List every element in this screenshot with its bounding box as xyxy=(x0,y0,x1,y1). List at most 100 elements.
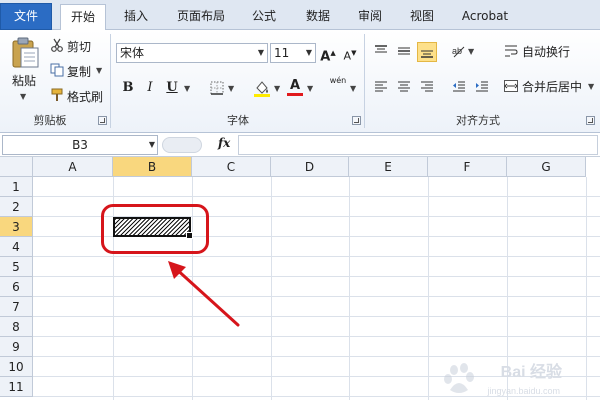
watermark-text: Bai 经验 xyxy=(500,364,562,381)
decrease-indent-icon[interactable] xyxy=(452,79,466,93)
cut-icon[interactable] xyxy=(50,38,64,52)
font-color-swatch xyxy=(287,93,303,96)
annotation-arrow-icon xyxy=(168,261,240,327)
merge-center-icon[interactable] xyxy=(504,79,518,93)
underline-button[interactable]: U xyxy=(162,78,182,98)
bold-button[interactable]: B xyxy=(118,78,138,98)
align-top-icon[interactable] xyxy=(374,44,388,58)
copy-button[interactable]: 复制 xyxy=(67,63,91,80)
font-name-dropdown-icon[interactable]: ▼ xyxy=(255,44,267,62)
watermark-url: jingyan.baidu.com xyxy=(487,386,560,396)
align-left-icon[interactable] xyxy=(374,79,388,93)
row-header[interactable]: 1 xyxy=(0,177,33,197)
row-header[interactable]: 8 xyxy=(0,317,33,337)
ribbon-home: 粘贴 ▼ 剪切 复制 ▼ 格式刷 剪贴板 宋体 ▼ 11 ▼ A▲ A▼ B I… xyxy=(0,30,600,133)
increase-indent-icon[interactable] xyxy=(475,79,489,93)
shrink-font-button[interactable]: A▼ xyxy=(340,43,360,63)
column-header[interactable]: G xyxy=(507,157,586,177)
annotation-highlight-box xyxy=(101,204,209,254)
tab-page-layout[interactable]: 页面布局 xyxy=(168,4,234,30)
row-gridline xyxy=(33,396,600,397)
column-gridline xyxy=(586,177,587,400)
select-all-corner[interactable] xyxy=(0,157,33,177)
borders-dropdown-icon[interactable]: ▼ xyxy=(228,84,234,93)
column-gridline xyxy=(349,177,350,400)
cut-button[interactable]: 剪切 xyxy=(67,38,91,55)
tab-data[interactable]: 数据 xyxy=(296,4,340,30)
column-header[interactable]: A xyxy=(33,157,113,177)
tab-insert[interactable]: 插入 xyxy=(114,4,158,30)
fill-color-icon[interactable] xyxy=(253,79,271,97)
font-size-dropdown-icon[interactable]: ▼ xyxy=(303,44,315,62)
align-right-icon[interactable] xyxy=(420,79,434,93)
borders-icon[interactable] xyxy=(210,81,224,95)
copy-icon[interactable] xyxy=(50,63,64,77)
orientation-icon[interactable]: ab xyxy=(452,44,466,58)
align-center-icon[interactable] xyxy=(397,79,411,93)
tab-view[interactable]: 视图 xyxy=(400,4,444,30)
format-painter-icon[interactable] xyxy=(50,88,64,102)
column-header[interactable]: C xyxy=(192,157,271,177)
phonetic-guide-button[interactable]: wén xyxy=(328,76,348,96)
align-middle-icon[interactable] xyxy=(397,44,411,58)
font-name-combo[interactable]: 宋体 ▼ xyxy=(116,43,268,63)
font-group-label: 字体 xyxy=(227,114,249,127)
merge-center-dropdown-icon[interactable]: ▼ xyxy=(588,82,594,91)
column-header[interactable]: F xyxy=(428,157,507,177)
paste-icon[interactable] xyxy=(10,37,40,69)
row-gridline xyxy=(33,356,600,357)
ribbon-tab-bar: 文件 开始 插入 页面布局 公式 数据 审阅 视图 Acrobat xyxy=(0,0,600,31)
row-header[interactable]: 11 xyxy=(0,377,33,397)
font-color-dropdown-icon[interactable]: ▼ xyxy=(307,84,313,93)
tab-acrobat[interactable]: Acrobat xyxy=(452,4,518,30)
wrap-text-icon[interactable] xyxy=(504,44,518,58)
column-header[interactable]: B xyxy=(113,157,192,177)
name-box-dropdown-icon[interactable]: ▼ xyxy=(149,136,155,154)
row-header[interactable]: 3 xyxy=(0,217,33,237)
column-header[interactable]: D xyxy=(271,157,349,177)
align-bottom-icon xyxy=(421,50,433,58)
orientation-dropdown-icon[interactable]: ▼ xyxy=(468,47,474,56)
clipboard-dialog-launcher-icon[interactable] xyxy=(98,116,107,125)
row-header[interactable]: 6 xyxy=(0,277,33,297)
fill-color-dropdown-icon[interactable]: ▼ xyxy=(274,84,280,93)
tab-formulas[interactable]: 公式 xyxy=(242,4,286,30)
group-separator xyxy=(364,34,365,128)
name-box[interactable]: B3 ▼ xyxy=(2,135,158,155)
row-gridline xyxy=(33,296,600,297)
grow-font-button[interactable]: A▲ xyxy=(318,43,338,64)
formula-input[interactable] xyxy=(238,135,598,155)
italic-button[interactable]: I xyxy=(140,78,160,98)
tab-file[interactable]: 文件 xyxy=(0,3,52,30)
font-dialog-launcher-icon[interactable] xyxy=(352,116,361,125)
row-header[interactable]: 2 xyxy=(0,197,33,217)
font-color-button[interactable]: A xyxy=(285,76,305,96)
formula-bar-splitter[interactable] xyxy=(162,137,202,153)
name-box-value: B3 xyxy=(72,138,88,152)
shrink-font-icon: A xyxy=(343,49,352,63)
wrap-text-button[interactable]: 自动换行 xyxy=(522,43,570,60)
column-header[interactable]: E xyxy=(349,157,428,177)
paste-dropdown-icon[interactable]: ▼ xyxy=(20,92,26,101)
merge-center-button[interactable]: 合并后居中 xyxy=(522,78,582,95)
align-bottom-button[interactable] xyxy=(417,42,437,62)
format-painter-button[interactable]: 格式刷 xyxy=(67,88,103,105)
phonetic-dropdown-icon[interactable]: ▼ xyxy=(350,84,356,93)
row-header[interactable]: 10 xyxy=(0,357,33,377)
row-header[interactable]: 7 xyxy=(0,297,33,317)
underline-dropdown-icon[interactable]: ▼ xyxy=(184,84,190,93)
insert-function-icon[interactable]: fx xyxy=(218,136,230,150)
row-header[interactable]: 4 xyxy=(0,237,33,257)
copy-dropdown-icon[interactable]: ▼ xyxy=(96,66,102,75)
paste-button[interactable]: 粘贴 xyxy=(12,72,36,89)
font-size-value: 11 xyxy=(274,46,290,60)
row-gridline xyxy=(33,276,600,277)
font-size-combo[interactable]: 11 ▼ xyxy=(270,43,316,63)
row-header[interactable]: 5 xyxy=(0,257,33,277)
alignment-dialog-launcher-icon[interactable] xyxy=(586,116,595,125)
tab-review[interactable]: 审阅 xyxy=(348,4,392,30)
tab-home[interactable]: 开始 xyxy=(60,4,106,31)
column-gridline xyxy=(428,177,429,400)
group-separator xyxy=(110,34,111,128)
row-header[interactable]: 9 xyxy=(0,337,33,357)
